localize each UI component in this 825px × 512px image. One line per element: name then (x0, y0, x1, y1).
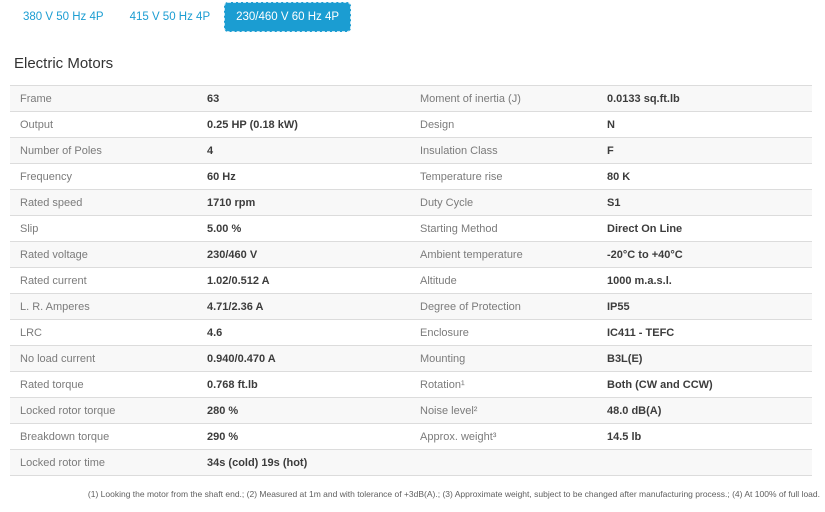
row-label: Noise level² (410, 405, 607, 417)
tab-415-v-50-hz-4p[interactable]: 415 V 50 Hz 4P (118, 2, 223, 32)
row-label: No load current (10, 353, 207, 365)
table-row: Breakdown torque290 %Approx. weight³14.5… (10, 424, 812, 450)
row-value: 230/460 V (207, 249, 410, 261)
row-value: 280 % (207, 405, 410, 417)
row-label: Rotation¹ (410, 379, 607, 391)
row-label: Mounting (410, 353, 607, 365)
row-label: Enclosure (410, 327, 607, 339)
row-value: 0.25 HP (0.18 kW) (207, 119, 410, 131)
row-value: Both (CW and CCW) (607, 379, 812, 391)
voltage-tab-bar: 380 V 50 Hz 4P415 V 50 Hz 4P230/460 V 60… (0, 0, 825, 32)
table-row: Slip5.00 %Starting MethodDirect On Line (10, 216, 812, 242)
row-value: F (607, 145, 812, 157)
row-value: 1710 rpm (207, 197, 410, 209)
row-value: 60 Hz (207, 171, 410, 183)
row-label: Locked rotor time (10, 457, 207, 469)
row-label: Ambient temperature (410, 249, 607, 261)
table-row: Rated current1.02/0.512 AAltitude1000 m.… (10, 268, 812, 294)
row-label: Rated torque (10, 379, 207, 391)
row-value: 290 % (207, 431, 410, 443)
row-value: IP55 (607, 301, 812, 313)
table-row: Locked rotor torque280 %Noise level²48.0… (10, 398, 812, 424)
row-value: 63 (207, 93, 410, 105)
row-label: Breakdown torque (10, 431, 207, 443)
row-label: Rated speed (10, 197, 207, 209)
row-label: Frame (10, 93, 207, 105)
table-row: Rated voltage230/460 VAmbient temperatur… (10, 242, 812, 268)
row-label: Output (10, 119, 207, 131)
row-value: 48.0 dB(A) (607, 405, 812, 417)
table-row: Frequency60 HzTemperature rise80 K (10, 164, 812, 190)
row-value: 14.5 lb (607, 431, 812, 443)
table-row: Locked rotor time34s (cold) 19s (hot) (10, 450, 812, 476)
row-value: B3L(E) (607, 353, 812, 365)
row-value: 0.768 ft.lb (207, 379, 410, 391)
row-value: IC411 - TEFC (607, 327, 812, 339)
row-label: L. R. Amperes (10, 301, 207, 313)
row-label: Moment of inertia (J) (410, 93, 607, 105)
table-row: Rated speed1710 rpmDuty CycleS1 (10, 190, 812, 216)
footnotes: (1) Looking the motor from the shaft end… (0, 489, 820, 499)
row-label: LRC (10, 327, 207, 339)
row-value: S1 (607, 197, 812, 209)
row-label: Degree of Protection (410, 301, 607, 313)
table-row: LRC4.6EnclosureIC411 - TEFC (10, 320, 812, 346)
row-value: 34s (cold) 19s (hot) (207, 457, 410, 469)
row-label: Locked rotor torque (10, 405, 207, 417)
tab-380-v-50-hz-4p[interactable]: 380 V 50 Hz 4P (11, 2, 116, 32)
row-value: 4 (207, 145, 410, 157)
table-row: Frame63Moment of inertia (J)0.0133 sq.ft… (10, 86, 812, 112)
row-value: Direct On Line (607, 223, 812, 235)
row-label: Approx. weight³ (410, 431, 607, 443)
row-value: 4.6 (207, 327, 410, 339)
row-label: Altitude (410, 275, 607, 287)
row-value: 0.940/0.470 A (207, 353, 410, 365)
tab-230-460-v-60-hz-4p[interactable]: 230/460 V 60 Hz 4P (224, 2, 351, 32)
table-row: No load current0.940/0.470 AMountingB3L(… (10, 346, 812, 372)
row-value: N (607, 119, 812, 131)
row-value: 0.0133 sq.ft.lb (607, 93, 812, 105)
row-label: Number of Poles (10, 145, 207, 157)
row-label: Insulation Class (410, 145, 607, 157)
row-value: 80 K (607, 171, 812, 183)
table-row: Rated torque0.768 ft.lbRotation¹Both (CW… (10, 372, 812, 398)
row-label: Starting Method (410, 223, 607, 235)
page-title: Electric Motors (14, 55, 825, 72)
row-label: Rated voltage (10, 249, 207, 261)
table-row: Output0.25 HP (0.18 kW)DesignN (10, 112, 812, 138)
row-label: Rated current (10, 275, 207, 287)
row-label: Frequency (10, 171, 207, 183)
row-value: 4.71/2.36 A (207, 301, 410, 313)
spec-table: Frame63Moment of inertia (J)0.0133 sq.ft… (10, 85, 812, 476)
row-label: Temperature rise (410, 171, 607, 183)
table-row: L. R. Amperes4.71/2.36 ADegree of Protec… (10, 294, 812, 320)
row-value: 5.00 % (207, 223, 410, 235)
table-row: Number of Poles4Insulation ClassF (10, 138, 812, 164)
row-value: -20°C to +40°C (607, 249, 812, 261)
row-label: Design (410, 119, 607, 131)
row-label: Duty Cycle (410, 197, 607, 209)
row-value: 1000 m.a.s.l. (607, 275, 812, 287)
row-value: 1.02/0.512 A (207, 275, 410, 287)
row-label: Slip (10, 223, 207, 235)
